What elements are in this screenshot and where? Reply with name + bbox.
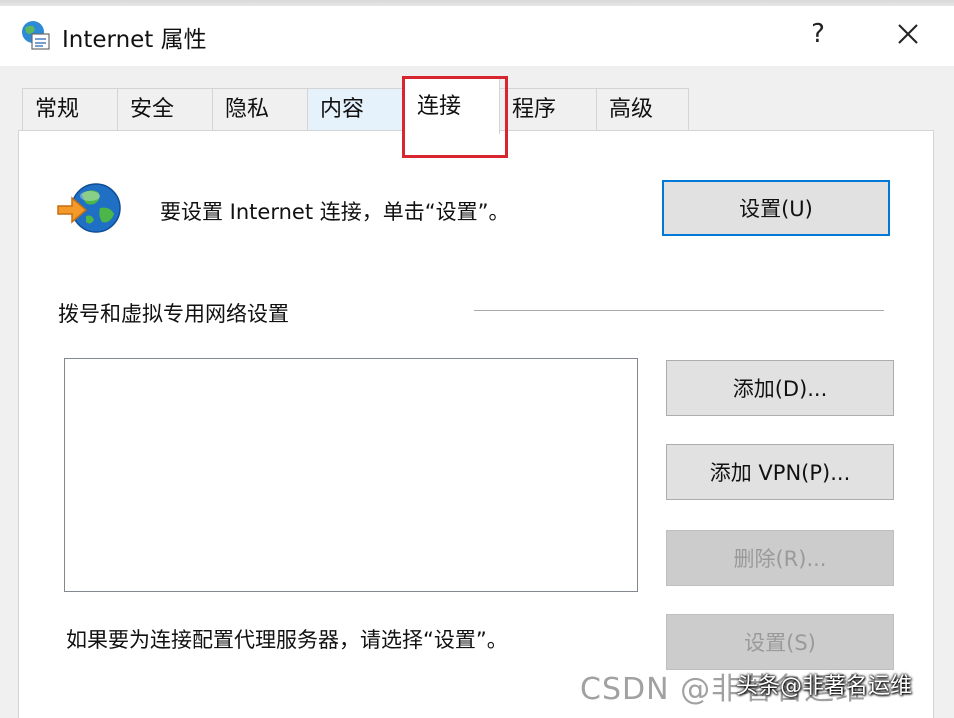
connections-listbox[interactable] [64, 358, 638, 592]
add-vpn-button[interactable]: 添加 VPN(P)... [666, 444, 894, 500]
add-connection-button[interactable]: 添加(D)... [666, 360, 894, 416]
title-bar: Internet 属性 ? [0, 6, 954, 66]
red-highlight-box [402, 76, 508, 158]
tab-general[interactable]: 常规 [22, 88, 118, 130]
remove-button[interactable]: 删除(R)... [666, 530, 894, 586]
tab-security[interactable]: 安全 [117, 88, 213, 130]
proxy-instruction-text: 如果要为连接配置代理服务器，请选择“设置”。 [66, 628, 508, 652]
setup-instruction-text: 要设置 Internet 连接，单击“设置”。 [160, 200, 510, 224]
close-button[interactable] [880, 12, 936, 56]
internet-options-icon [22, 21, 50, 50]
section-divider [474, 310, 884, 311]
tab-advanced[interactable]: 高级 [596, 88, 689, 130]
tab-programs[interactable]: 程序 [499, 88, 597, 130]
help-button[interactable]: ? [790, 12, 846, 56]
tab-privacy[interactable]: 隐私 [212, 88, 308, 130]
window-title: Internet 属性 [62, 27, 207, 53]
toutiao-watermark: 头条@非著名运维 [736, 674, 913, 699]
setup-button[interactable]: 设置(U) [662, 180, 890, 236]
internet-properties-window: Internet 属性 ? 常规 安全 隐私 内容 连接 程序 高级 要设置 I… [0, 0, 954, 718]
settings-button[interactable]: 设置(S) [666, 614, 894, 670]
close-icon [898, 24, 918, 44]
globe-connect-icon [57, 183, 121, 233]
tab-content[interactable]: 内容 [307, 88, 403, 130]
dialup-vpn-section-label: 拨号和虚拟专用网络设置 [58, 302, 289, 326]
